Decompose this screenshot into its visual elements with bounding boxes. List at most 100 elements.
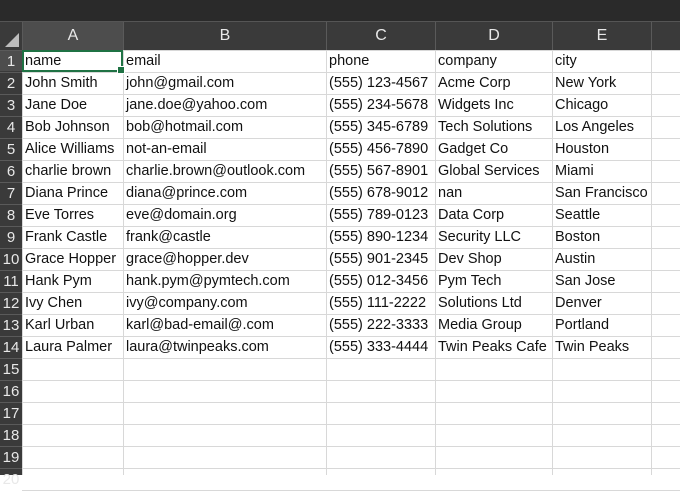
cell-e8[interactable]: Seattle bbox=[552, 205, 651, 226]
row-header[interactable]: 12 bbox=[0, 292, 22, 313]
column-header-d[interactable]: D bbox=[435, 22, 552, 50]
cell-b5[interactable]: not-an-email bbox=[123, 139, 326, 160]
cell-d8[interactable]: Data Corp bbox=[435, 205, 552, 226]
cell-a9[interactable]: Frank Castle bbox=[22, 227, 123, 248]
cell-d13[interactable]: Media Group bbox=[435, 315, 552, 336]
cell-e7[interactable]: San Francisco bbox=[552, 183, 651, 204]
cell-b12[interactable]: ivy@company.com bbox=[123, 293, 326, 314]
grid-row-line bbox=[22, 446, 680, 447]
cell-b2[interactable]: john@gmail.com bbox=[123, 73, 326, 94]
cell-c4[interactable]: (555) 345-6789 bbox=[326, 117, 435, 138]
column-header-b[interactable]: B bbox=[123, 22, 326, 50]
cell-e10[interactable]: Austin bbox=[552, 249, 651, 270]
cell-c12[interactable]: (555) 111-2222 bbox=[326, 293, 435, 314]
cell-c2[interactable]: (555) 123-4567 bbox=[326, 73, 435, 94]
cell-e6[interactable]: Miami bbox=[552, 161, 651, 182]
cell-c6[interactable]: (555) 567-8901 bbox=[326, 161, 435, 182]
cell-d5[interactable]: Gadget Co bbox=[435, 139, 552, 160]
row-header[interactable]: 20 bbox=[0, 468, 22, 489]
cell-e5[interactable]: Houston bbox=[552, 139, 651, 160]
cell-c14[interactable]: (555) 333-4444 bbox=[326, 337, 435, 358]
cell-grid[interactable]: name email phone company city John Smith john@… bbox=[22, 50, 680, 491]
cell-a12[interactable]: Ivy Chen bbox=[22, 293, 123, 314]
row-header[interactable]: 10 bbox=[0, 248, 22, 269]
cell-d1[interactable]: company bbox=[435, 51, 552, 72]
cell-d2[interactable]: Acme Corp bbox=[435, 73, 552, 94]
cell-e9[interactable]: Boston bbox=[552, 227, 651, 248]
row-header[interactable]: 6 bbox=[0, 160, 22, 181]
row-header[interactable]: 9 bbox=[0, 226, 22, 247]
cell-b6[interactable]: charlie.brown@outlook.com bbox=[123, 161, 326, 182]
cell-d12[interactable]: Solutions Ltd bbox=[435, 293, 552, 314]
row-header[interactable]: 19 bbox=[0, 446, 22, 467]
cell-b8[interactable]: eve@domain.org bbox=[123, 205, 326, 226]
cell-c10[interactable]: (555) 901-2345 bbox=[326, 249, 435, 270]
cell-d7[interactable]: nan bbox=[435, 183, 552, 204]
cell-b9[interactable]: frank@castle bbox=[123, 227, 326, 248]
cell-e14[interactable]: Twin Peaks bbox=[552, 337, 651, 358]
cell-d14[interactable]: Twin Peaks Cafe bbox=[435, 337, 552, 358]
cell-d11[interactable]: Pym Tech bbox=[435, 271, 552, 292]
cell-c11[interactable]: (555) 012-3456 bbox=[326, 271, 435, 292]
row-header[interactable]: 18 bbox=[0, 424, 22, 445]
cell-a4[interactable]: Bob Johnson bbox=[22, 117, 123, 138]
grid-row-line bbox=[22, 424, 680, 425]
cell-c8[interactable]: (555) 789-0123 bbox=[326, 205, 435, 226]
cell-a3[interactable]: Jane Doe bbox=[22, 95, 123, 116]
cell-e1[interactable]: city bbox=[552, 51, 651, 72]
cell-d9[interactable]: Security LLC bbox=[435, 227, 552, 248]
column-header-f[interactable] bbox=[651, 22, 680, 50]
cell-b4[interactable]: bob@hotmail.com bbox=[123, 117, 326, 138]
cell-c7[interactable]: (555) 678-9012 bbox=[326, 183, 435, 204]
cell-c9[interactable]: (555) 890-1234 bbox=[326, 227, 435, 248]
cell-a13[interactable]: Karl Urban bbox=[22, 315, 123, 336]
row-header[interactable]: 2 bbox=[0, 72, 22, 93]
row-header[interactable]: 15 bbox=[0, 358, 22, 379]
cell-c1[interactable]: phone bbox=[326, 51, 435, 72]
row-header[interactable]: 5 bbox=[0, 138, 22, 159]
cell-a6[interactable]: charlie brown bbox=[22, 161, 123, 182]
cell-b10[interactable]: grace@hopper.dev bbox=[123, 249, 326, 270]
cell-e3[interactable]: Chicago bbox=[552, 95, 651, 116]
cell-a11[interactable]: Hank Pym bbox=[22, 271, 123, 292]
cell-a1[interactable]: name bbox=[22, 51, 123, 72]
row-header[interactable]: 11 bbox=[0, 270, 22, 291]
cell-e12[interactable]: Denver bbox=[552, 293, 651, 314]
cell-a2[interactable]: John Smith bbox=[22, 73, 123, 94]
cell-a10[interactable]: Grace Hopper bbox=[22, 249, 123, 270]
row-header[interactable]: 8 bbox=[0, 204, 22, 225]
row-header[interactable]: 3 bbox=[0, 94, 22, 115]
row-header[interactable]: 1 bbox=[0, 50, 22, 71]
cell-e11[interactable]: San Jose bbox=[552, 271, 651, 292]
cell-d4[interactable]: Tech Solutions bbox=[435, 117, 552, 138]
cell-b1[interactable]: email bbox=[123, 51, 326, 72]
cell-d3[interactable]: Widgets Inc bbox=[435, 95, 552, 116]
cell-a5[interactable]: Alice Williams bbox=[22, 139, 123, 160]
cell-e4[interactable]: Los Angeles bbox=[552, 117, 651, 138]
cell-a7[interactable]: Diana Prince bbox=[22, 183, 123, 204]
row-header[interactable]: 16 bbox=[0, 380, 22, 401]
row-header[interactable]: 13 bbox=[0, 314, 22, 335]
column-header-c[interactable]: C bbox=[326, 22, 435, 50]
cell-c13[interactable]: (555) 222-3333 bbox=[326, 315, 435, 336]
row-header[interactable]: 17 bbox=[0, 402, 22, 423]
cell-e13[interactable]: Portland bbox=[552, 315, 651, 336]
column-header-e[interactable]: E bbox=[552, 22, 651, 50]
row-header[interactable]: 7 bbox=[0, 182, 22, 203]
column-header-a[interactable]: A bbox=[22, 22, 123, 50]
cell-b11[interactable]: hank.pym@pymtech.com bbox=[123, 271, 326, 292]
select-all-button[interactable] bbox=[0, 22, 22, 50]
cell-b14[interactable]: laura@twinpeaks.com bbox=[123, 337, 326, 358]
row-header[interactable]: 4 bbox=[0, 116, 22, 137]
cell-c5[interactable]: (555) 456-7890 bbox=[326, 139, 435, 160]
cell-c3[interactable]: (555) 234-5678 bbox=[326, 95, 435, 116]
cell-b3[interactable]: jane.doe@yahoo.com bbox=[123, 95, 326, 116]
cell-b7[interactable]: diana@prince.com bbox=[123, 183, 326, 204]
cell-d6[interactable]: Global Services bbox=[435, 161, 552, 182]
cell-a14[interactable]: Laura Palmer bbox=[22, 337, 123, 358]
row-header[interactable]: 14 bbox=[0, 336, 22, 357]
cell-e2[interactable]: New York bbox=[552, 73, 651, 94]
cell-a8[interactable]: Eve Torres bbox=[22, 205, 123, 226]
cell-d10[interactable]: Dev Shop bbox=[435, 249, 552, 270]
cell-b13[interactable]: karl@bad-email@.com bbox=[123, 315, 326, 336]
